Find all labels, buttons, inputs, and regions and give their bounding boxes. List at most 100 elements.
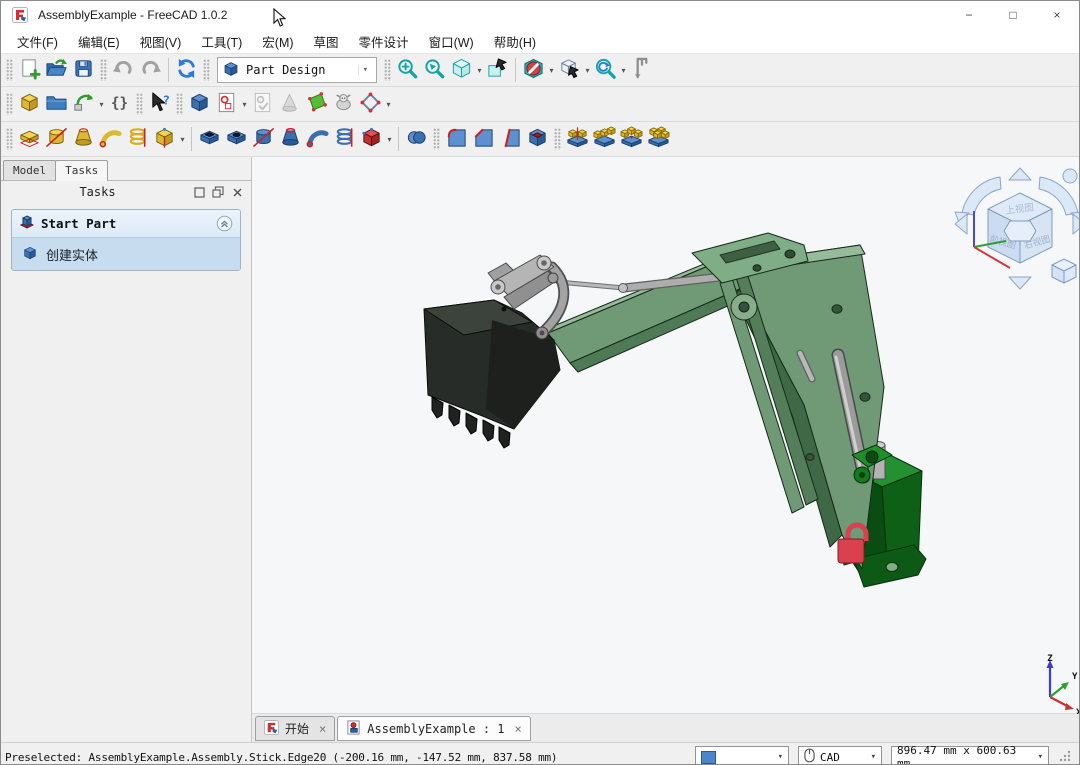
new-document-button[interactable] bbox=[16, 57, 43, 84]
tab-assembly-close-icon[interactable]: × bbox=[515, 722, 522, 736]
pocket-button[interactable] bbox=[196, 126, 223, 153]
draw-style-combo[interactable]: ▾ bbox=[695, 746, 789, 765]
linear-pattern-button[interactable] bbox=[591, 126, 618, 153]
toolbar-drag-handle[interactable] bbox=[6, 93, 13, 115]
toolbar-drag-handle[interactable] bbox=[6, 128, 13, 150]
tab-assembly[interactable]: AssemblyExample : 1× bbox=[337, 716, 531, 741]
axonometric-view-button[interactable] bbox=[448, 57, 475, 84]
workbench-selector[interactable]: Part Design▾ bbox=[217, 57, 377, 83]
maximize-button[interactable]: □ bbox=[991, 1, 1035, 29]
dock-titlebar[interactable]: Tasks bbox=[1, 181, 251, 203]
hole-button[interactable] bbox=[223, 126, 250, 153]
view-dimension-combo[interactable]: 896.47 mm x 600.63 mm ▾ bbox=[891, 746, 1049, 765]
toolbar-drag-handle[interactable] bbox=[100, 59, 107, 81]
save-button[interactable] bbox=[70, 57, 97, 84]
box-selection-button[interactable] bbox=[484, 57, 511, 84]
measure-button[interactable] bbox=[628, 57, 655, 84]
subtractive-primitive-button-dropdown[interactable]: ▾ bbox=[385, 135, 394, 144]
toolbar-drag-handle[interactable] bbox=[176, 93, 183, 115]
menu-item-0[interactable]: 文件(F) bbox=[7, 29, 68, 54]
menu-item-4[interactable]: 宏(M) bbox=[252, 29, 303, 54]
redo-button[interactable] bbox=[137, 57, 164, 84]
menu-item-7[interactable]: 窗口(W) bbox=[419, 29, 484, 54]
additive-primitive-button-dropdown[interactable]: ▾ bbox=[178, 135, 187, 144]
navcube-down-arrow[interactable] bbox=[1009, 277, 1031, 289]
subshape-binder-button[interactable] bbox=[303, 91, 330, 118]
toolbar-drag-handle[interactable] bbox=[6, 59, 13, 81]
create-datum-button[interactable] bbox=[357, 91, 384, 118]
groove-button[interactable] bbox=[250, 126, 277, 153]
menu-item-6[interactable]: 零件设计 bbox=[349, 29, 419, 54]
make-link-button[interactable] bbox=[70, 91, 97, 118]
dock-float-icon[interactable] bbox=[210, 184, 226, 200]
subtractive-pipe-button[interactable] bbox=[304, 126, 331, 153]
minimize-button[interactable]: − bbox=[947, 1, 991, 29]
menu-item-1[interactable]: 编辑(E) bbox=[68, 29, 130, 54]
thickness-button[interactable] bbox=[524, 126, 551, 153]
fillet-button[interactable] bbox=[443, 126, 470, 153]
toolbar-drag-handle[interactable] bbox=[136, 93, 143, 115]
collapse-section-button[interactable] bbox=[216, 215, 233, 232]
draft-button[interactable] bbox=[497, 126, 524, 153]
open-document-button[interactable] bbox=[43, 57, 70, 84]
navcube-cube[interactable]: 上视图 前视图 右视图 bbox=[988, 193, 1052, 263]
zoom-tools-button-dropdown[interactable]: ▾ bbox=[619, 66, 628, 75]
zoom-tools-button[interactable] bbox=[592, 57, 619, 84]
titlebar[interactable]: AssemblyExample - FreeCAD 1.0.2 − □ × bbox=[1, 1, 1079, 29]
polar-pattern-button[interactable] bbox=[618, 126, 645, 153]
close-button[interactable]: × bbox=[1035, 1, 1079, 29]
create-solid-item[interactable]: 创建实体 bbox=[12, 237, 240, 270]
toolbar-drag-handle[interactable] bbox=[384, 59, 391, 81]
navcube-corner-button[interactable] bbox=[1063, 169, 1077, 183]
undo-button[interactable] bbox=[110, 57, 137, 84]
toolbar-drag-handle[interactable] bbox=[203, 59, 210, 81]
resize-grip[interactable] bbox=[1058, 749, 1071, 765]
navcube-up-arrow[interactable] bbox=[1009, 168, 1031, 180]
clone-button[interactable] bbox=[330, 91, 357, 118]
dock-close-icon[interactable] bbox=[229, 184, 245, 200]
3d-viewport[interactable]: 上视图 前视图 右视图 bbox=[252, 157, 1080, 713]
subtractive-helix-button[interactable] bbox=[331, 126, 358, 153]
additive-loft-button[interactable] bbox=[70, 126, 97, 153]
create-sketch-button-dropdown[interactable]: ▾ bbox=[240, 100, 249, 109]
toolbar-drag-handle[interactable] bbox=[433, 128, 440, 150]
subtractive-loft-button[interactable] bbox=[277, 126, 304, 153]
zoom-selection-button[interactable] bbox=[421, 57, 448, 84]
whats-this-button[interactable]: ? bbox=[146, 91, 173, 118]
excavator-model[interactable] bbox=[424, 233, 926, 587]
additive-helix-button[interactable] bbox=[124, 126, 151, 153]
make-link-button-dropdown[interactable]: ▾ bbox=[97, 100, 106, 109]
multitransform-button[interactable] bbox=[645, 126, 672, 153]
menu-item-8[interactable]: 帮助(H) bbox=[484, 29, 546, 54]
create-sketch-button[interactable] bbox=[213, 91, 240, 118]
toolbar-drag-handle[interactable] bbox=[554, 128, 561, 150]
create-body-button[interactable] bbox=[186, 91, 213, 118]
axonometric-view-button-dropdown[interactable]: ▾ bbox=[475, 66, 484, 75]
clipping-plane-button[interactable] bbox=[520, 57, 547, 84]
menu-item-5[interactable]: 草图 bbox=[304, 29, 349, 54]
task-section-header[interactable]: Start Part bbox=[12, 210, 240, 237]
chamfer-button[interactable] bbox=[470, 126, 497, 153]
revolution-button[interactable] bbox=[43, 126, 70, 153]
menu-item-3[interactable]: 工具(T) bbox=[191, 29, 252, 54]
menu-item-2[interactable]: 视图(V) bbox=[130, 29, 192, 54]
subtractive-primitive-button[interactable] bbox=[358, 126, 385, 153]
dock-tab-tasks[interactable]: Tasks bbox=[55, 160, 108, 181]
navigation-cube-settings-button[interactable] bbox=[556, 57, 583, 84]
dock-tab-model[interactable]: Model bbox=[3, 160, 56, 180]
additive-primitive-button[interactable] bbox=[151, 126, 178, 153]
navigation-cube[interactable]: 上视图 前视图 右视图 bbox=[955, 168, 1080, 289]
navcube-mini-cube[interactable] bbox=[1052, 259, 1076, 283]
additive-pipe-button[interactable] bbox=[97, 126, 124, 153]
pad-button[interactable] bbox=[16, 126, 43, 153]
dock-minimize-icon[interactable] bbox=[191, 184, 207, 200]
navigation-cube-settings-button-dropdown[interactable]: ▾ bbox=[583, 66, 592, 75]
create-datum-button-dropdown[interactable]: ▾ bbox=[384, 100, 393, 109]
tab-start-close-icon[interactable]: × bbox=[319, 722, 326, 736]
clipping-plane-button-dropdown[interactable]: ▾ bbox=[547, 66, 556, 75]
refresh-button[interactable] bbox=[173, 57, 200, 84]
create-part-button[interactable] bbox=[16, 91, 43, 118]
fit-all-button[interactable] bbox=[394, 57, 421, 84]
tab-start[interactable]: 开始× bbox=[255, 716, 335, 741]
expression-editor-button[interactable]: {} bbox=[106, 91, 133, 118]
